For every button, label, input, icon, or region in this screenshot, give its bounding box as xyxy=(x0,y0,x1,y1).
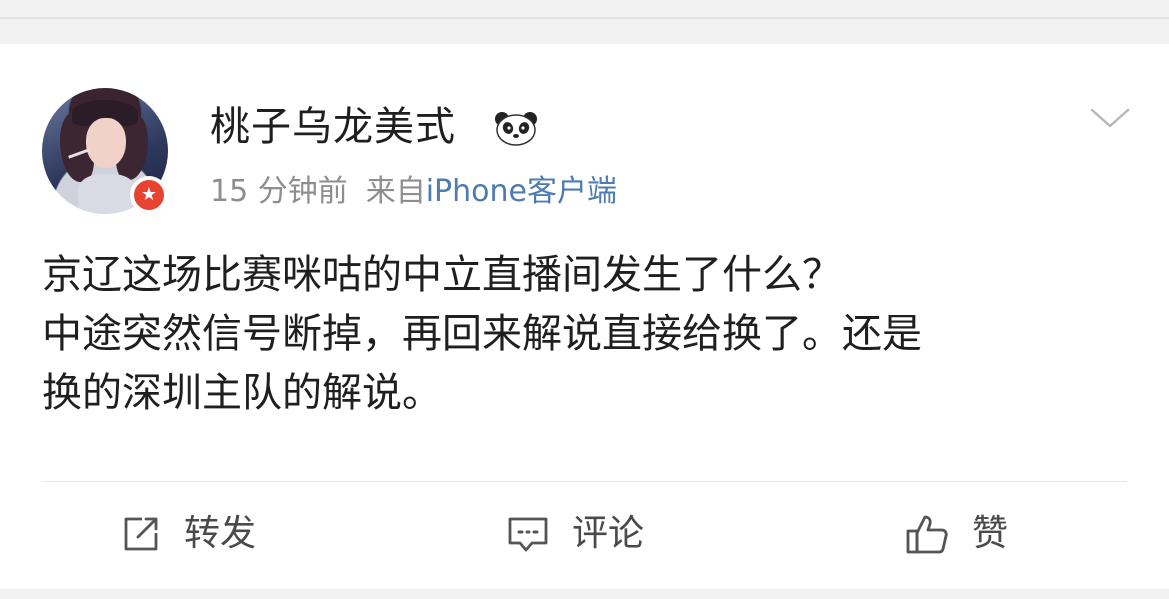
chevron-down-icon[interactable] xyxy=(1088,104,1132,132)
vip-badge-icon: ★ xyxy=(130,176,168,214)
repost-label: 转发 xyxy=(184,513,257,554)
source-client-link[interactable]: iPhone客户端 xyxy=(426,174,617,209)
post-content: 京辽这场比赛咪咕的中立直播间发生了什么？ 中途突然信号断掉，再回来解说直接给换了… xyxy=(42,246,1132,423)
post-time: 15 分钟前 xyxy=(210,174,348,209)
post-meta: 15 分钟前 来自iPhone客户端 xyxy=(210,172,617,212)
divider xyxy=(42,481,1127,482)
comment-label: 评论 xyxy=(572,513,645,554)
post-content-line: 京辽这场比赛咪咕的中立直播间发生了什么？ xyxy=(42,252,842,298)
repost-icon xyxy=(124,517,158,551)
like-label: 赞 xyxy=(972,513,1009,554)
source-prefix: 来自 xyxy=(365,174,426,209)
comment-button[interactable]: 评论 xyxy=(506,506,644,562)
repost-button[interactable]: 转发 xyxy=(120,506,256,562)
author-name[interactable]: 桃子乌龙美式 xyxy=(210,102,456,152)
comment-icon xyxy=(508,517,548,552)
like-icon xyxy=(906,515,948,554)
like-button[interactable]: 赞 xyxy=(904,506,1008,562)
post-content-line: 中途突然信号断掉，再回来解说直接给换了。还是 xyxy=(42,311,922,357)
top-separator xyxy=(0,0,1169,44)
bottom-separator xyxy=(0,589,1169,599)
panda-icon xyxy=(495,112,537,146)
post-card[interactable]: ★ 桃子乌龙美式 15 分钟前 来自iPhone客户端 京辽这场比赛咪咕的中立直播… xyxy=(0,44,1169,589)
post-content-line: 换的深圳主队的解说。 xyxy=(42,370,442,416)
